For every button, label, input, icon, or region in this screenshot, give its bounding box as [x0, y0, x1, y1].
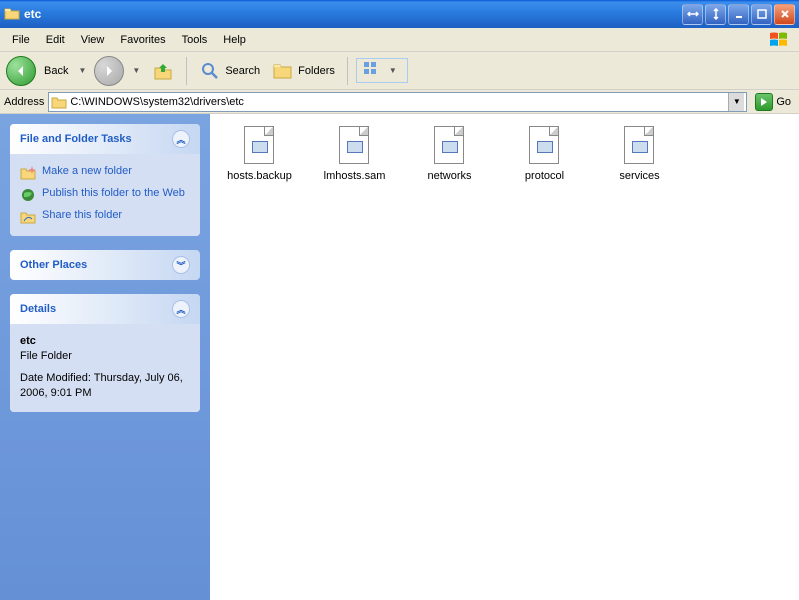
views-button[interactable]: ▼ — [356, 58, 408, 83]
file-item[interactable]: services — [602, 126, 677, 182]
go-button[interactable]: Go — [751, 93, 795, 111]
titlebar: etc — [0, 0, 799, 28]
file-label: networks — [427, 170, 471, 182]
folders-icon — [272, 60, 294, 82]
back-dropdown[interactable]: ▼ — [74, 66, 90, 75]
chevron-up-icon: ︽ — [172, 300, 190, 318]
back-button[interactable] — [6, 56, 36, 86]
address-label: Address — [4, 96, 44, 108]
details-panel: Details ︽ etc File Folder Date Modified:… — [10, 294, 200, 412]
resize-h-button[interactable] — [682, 4, 703, 25]
maximize-button[interactable] — [751, 4, 772, 25]
menu-help[interactable]: Help — [215, 32, 254, 48]
file-item[interactable]: networks — [412, 126, 487, 182]
places-panel: Other Places ︾ — [10, 250, 200, 280]
task-label: Publish this folder to the Web — [42, 187, 185, 199]
menu-file[interactable]: File — [4, 32, 38, 48]
sidebar: File and Folder Tasks ︽ Make a new folde… — [0, 114, 210, 600]
windows-flag-icon[interactable] — [763, 30, 795, 50]
task-label: Make a new folder — [42, 165, 132, 177]
chevron-down-icon: ︾ — [172, 256, 190, 274]
new-folder-icon — [20, 165, 36, 181]
file-label: protocol — [525, 170, 564, 182]
share-icon — [20, 209, 36, 225]
menu-tools[interactable]: Tools — [174, 32, 216, 48]
folder-icon — [51, 95, 67, 109]
file-icon — [339, 126, 371, 166]
file-icon — [244, 126, 276, 166]
up-folder-icon — [152, 60, 174, 82]
globe-icon — [20, 187, 36, 203]
address-field[interactable]: ▼ — [48, 92, 747, 112]
search-icon — [199, 60, 221, 82]
task-publish[interactable]: Publish this folder to the Web — [20, 184, 190, 206]
file-label: lmhosts.sam — [324, 170, 386, 182]
places-title: Other Places — [20, 259, 172, 271]
search-label: Search — [225, 65, 260, 77]
task-share[interactable]: Share this folder — [20, 206, 190, 228]
file-icon — [624, 126, 656, 166]
search-button[interactable]: Search — [195, 58, 264, 84]
back-label[interactable]: Back — [44, 65, 68, 77]
toolbar: Back ▼ ▼ Search Folders ▼ — [0, 52, 799, 90]
menu-favorites[interactable]: Favorites — [112, 32, 173, 48]
file-icon — [529, 126, 561, 166]
details-title: Details — [20, 303, 172, 315]
minimize-button[interactable] — [728, 4, 749, 25]
tasks-title: File and Folder Tasks — [20, 133, 172, 145]
address-input[interactable] — [70, 96, 728, 108]
file-icon — [434, 126, 466, 166]
separator — [347, 57, 348, 85]
task-new-folder[interactable]: Make a new folder — [20, 162, 190, 184]
resize-v-button[interactable] — [705, 4, 726, 25]
task-label: Share this folder — [42, 209, 122, 221]
file-item[interactable]: lmhosts.sam — [317, 126, 392, 182]
file-label: services — [619, 170, 659, 182]
close-button[interactable] — [774, 4, 795, 25]
details-folder-name: etc — [20, 334, 190, 349]
address-dropdown[interactable]: ▼ — [728, 93, 744, 111]
chevron-up-icon: ︽ — [172, 130, 190, 148]
up-button[interactable] — [148, 58, 178, 84]
details-header[interactable]: Details ︽ — [10, 294, 200, 324]
views-icon — [363, 61, 381, 80]
separator — [186, 57, 187, 85]
addressbar: Address ▼ Go — [0, 90, 799, 114]
window-title: etc — [24, 7, 682, 21]
folders-button[interactable]: Folders — [268, 58, 339, 84]
forward-dropdown[interactable]: ▼ — [128, 66, 144, 75]
file-list: hosts.backup lmhosts.sam networks protoc… — [210, 114, 799, 600]
tasks-panel: File and Folder Tasks ︽ Make a new folde… — [10, 124, 200, 236]
go-label: Go — [776, 96, 791, 108]
file-item[interactable]: hosts.backup — [222, 126, 297, 182]
chevron-down-icon: ▼ — [385, 66, 401, 75]
folder-icon — [4, 6, 20, 22]
menu-edit[interactable]: Edit — [38, 32, 73, 48]
menu-view[interactable]: View — [73, 32, 113, 48]
menubar: File Edit View Favorites Tools Help — [0, 28, 799, 52]
places-header[interactable]: Other Places ︾ — [10, 250, 200, 280]
file-label: hosts.backup — [227, 170, 292, 182]
forward-button[interactable] — [94, 56, 124, 86]
file-item[interactable]: protocol — [507, 126, 582, 182]
tasks-header[interactable]: File and Folder Tasks ︽ — [10, 124, 200, 154]
go-icon — [755, 93, 773, 111]
folders-label: Folders — [298, 65, 335, 77]
details-modified: Date Modified: Thursday, July 06, 2006, … — [20, 371, 190, 402]
details-folder-type: File Folder — [20, 349, 190, 364]
